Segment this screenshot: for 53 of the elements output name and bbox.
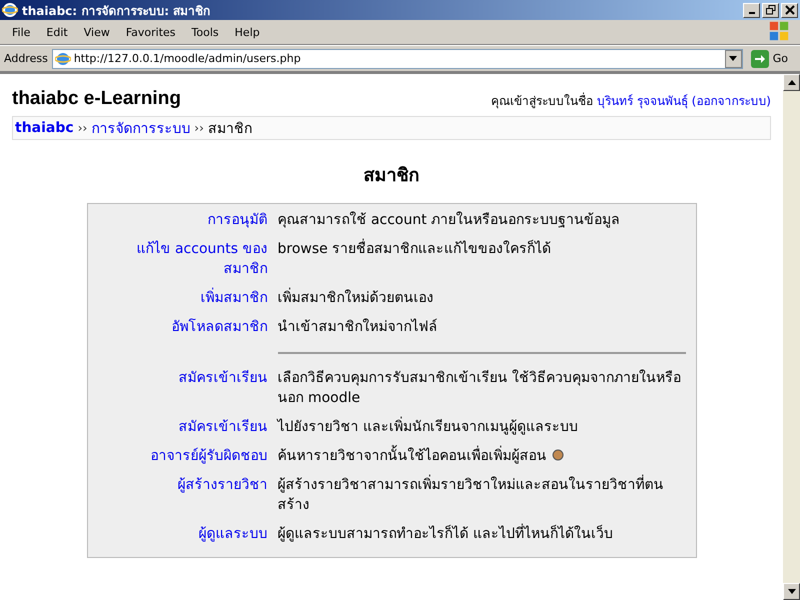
logout-link[interactable]: (ออกจากระบบ)	[692, 94, 771, 108]
scroll-down-icon	[788, 589, 796, 594]
windows-logo-icon	[768, 20, 790, 42]
restore-icon	[766, 5, 776, 15]
close-icon	[784, 5, 794, 15]
item-description: ผู้สร้างรายวิชาสามารถเพิ่มรายวิชาใหม่และสอนในรายวิชาที่ตนสร้าง	[278, 475, 686, 515]
item-description: ผู้ดูแลระบบสามารถทำอะไรก็ได้ และไปที่ไหนก็ได้ในเว็บ	[278, 524, 686, 544]
item-description: ไปยังรายวิชา และเพิ่มนักเรียนจากเมนูผู้ดูแลระบบ	[278, 417, 686, 437]
breadcrumb-separator: ››	[78, 121, 88, 135]
admin-link[interactable]: อัพโหลดสมาชิก	[88, 317, 268, 337]
item-description: คุณสามารถใช้ account ภายในหรือนอกระบบฐานข้อมูล	[278, 210, 622, 230]
item-description: เพิ่มสมาชิกใหม่ด้วยตนเอง	[278, 288, 686, 308]
current-page-label: สมาชิก	[208, 120, 252, 139]
admin-link[interactable]: การอนุมัติ	[88, 210, 268, 230]
menu-item[interactable]: Edit	[38, 26, 76, 38]
user-link[interactable]: บุรินทร์ รุจจนพันธุ์	[596, 94, 688, 108]
browser-icon	[2, 2, 18, 18]
restore-button[interactable]	[762, 2, 779, 18]
page-icon	[54, 50, 71, 66]
menu-item[interactable]: Help	[226, 26, 268, 38]
admin-link[interactable]: สมัครเข้าเรียน	[88, 417, 268, 437]
breadcrumb-link[interactable]: thaiabc	[15, 120, 74, 136]
menu-item[interactable]: Tools	[184, 26, 227, 38]
minimize-icon	[748, 12, 754, 14]
minimize-button[interactable]	[743, 2, 760, 18]
item-description: เลือกวิธีควบคุมการรับสมาชิกเข้าเรียน ใช้วิธีควบคุมจากภายในหรือนอก moodle	[278, 368, 682, 408]
admin-link[interactable]: ผู้สร้างรายวิชา	[88, 475, 268, 515]
breadcrumb-separator: ››	[194, 121, 204, 135]
vertical-scrollbar[interactable]	[783, 74, 800, 600]
page-heading: สมาชิก	[362, 164, 420, 188]
close-button[interactable]	[781, 2, 798, 18]
login-info: คุณเข้าสู่ระบบในชื่อ บุรินทร์ รุจจนพันธุ์ (ออกจากระบบ)	[491, 92, 771, 110]
dropdown-button[interactable]	[724, 50, 742, 68]
item-description: ค้นหารายวิชาจากนั้นใช้ไอคอนเพื่อเพิ่มผู้สอน	[278, 446, 686, 466]
window-title: thaiabc: การจัดการระบบ: สมาชิก	[22, 2, 212, 20]
site-title: thaiabc e-Learning	[12, 88, 181, 110]
caret-icon	[729, 56, 738, 61]
admin-link[interactable]: ผู้ดูแลระบบ	[88, 524, 268, 544]
address-label: Address	[4, 52, 48, 65]
menu-item[interactable]: File	[4, 26, 38, 38]
round-icon	[552, 449, 564, 461]
breadcrumb-link[interactable]: การจัดการระบบ	[91, 117, 190, 139]
admin-link[interactable]: อาจารย์ผู้รับผิดชอบ	[88, 446, 268, 466]
menu-item[interactable]: View	[76, 26, 118, 38]
scroll-up-icon	[788, 80, 796, 85]
address-field[interactable]: http://127.0.0.1/moodle/admin/users.php	[52, 48, 743, 68]
admin-link[interactable]: เพิ่มสมาชิก	[88, 288, 268, 308]
admin-link[interactable]: สมัครเข้าเรียน	[88, 368, 268, 408]
item-description: นำเข้าสมาชิกใหม่จากไฟล์	[278, 318, 438, 337]
go-button[interactable]: Go	[746, 50, 796, 68]
admin-link[interactable]: แก้ไข accounts ของสมาชิก	[88, 239, 268, 279]
item-description: browse รายชื่อสมาชิกและแก้ไขของใครก็ได้	[278, 239, 686, 279]
menu-item[interactable]: Favorites	[118, 26, 184, 38]
